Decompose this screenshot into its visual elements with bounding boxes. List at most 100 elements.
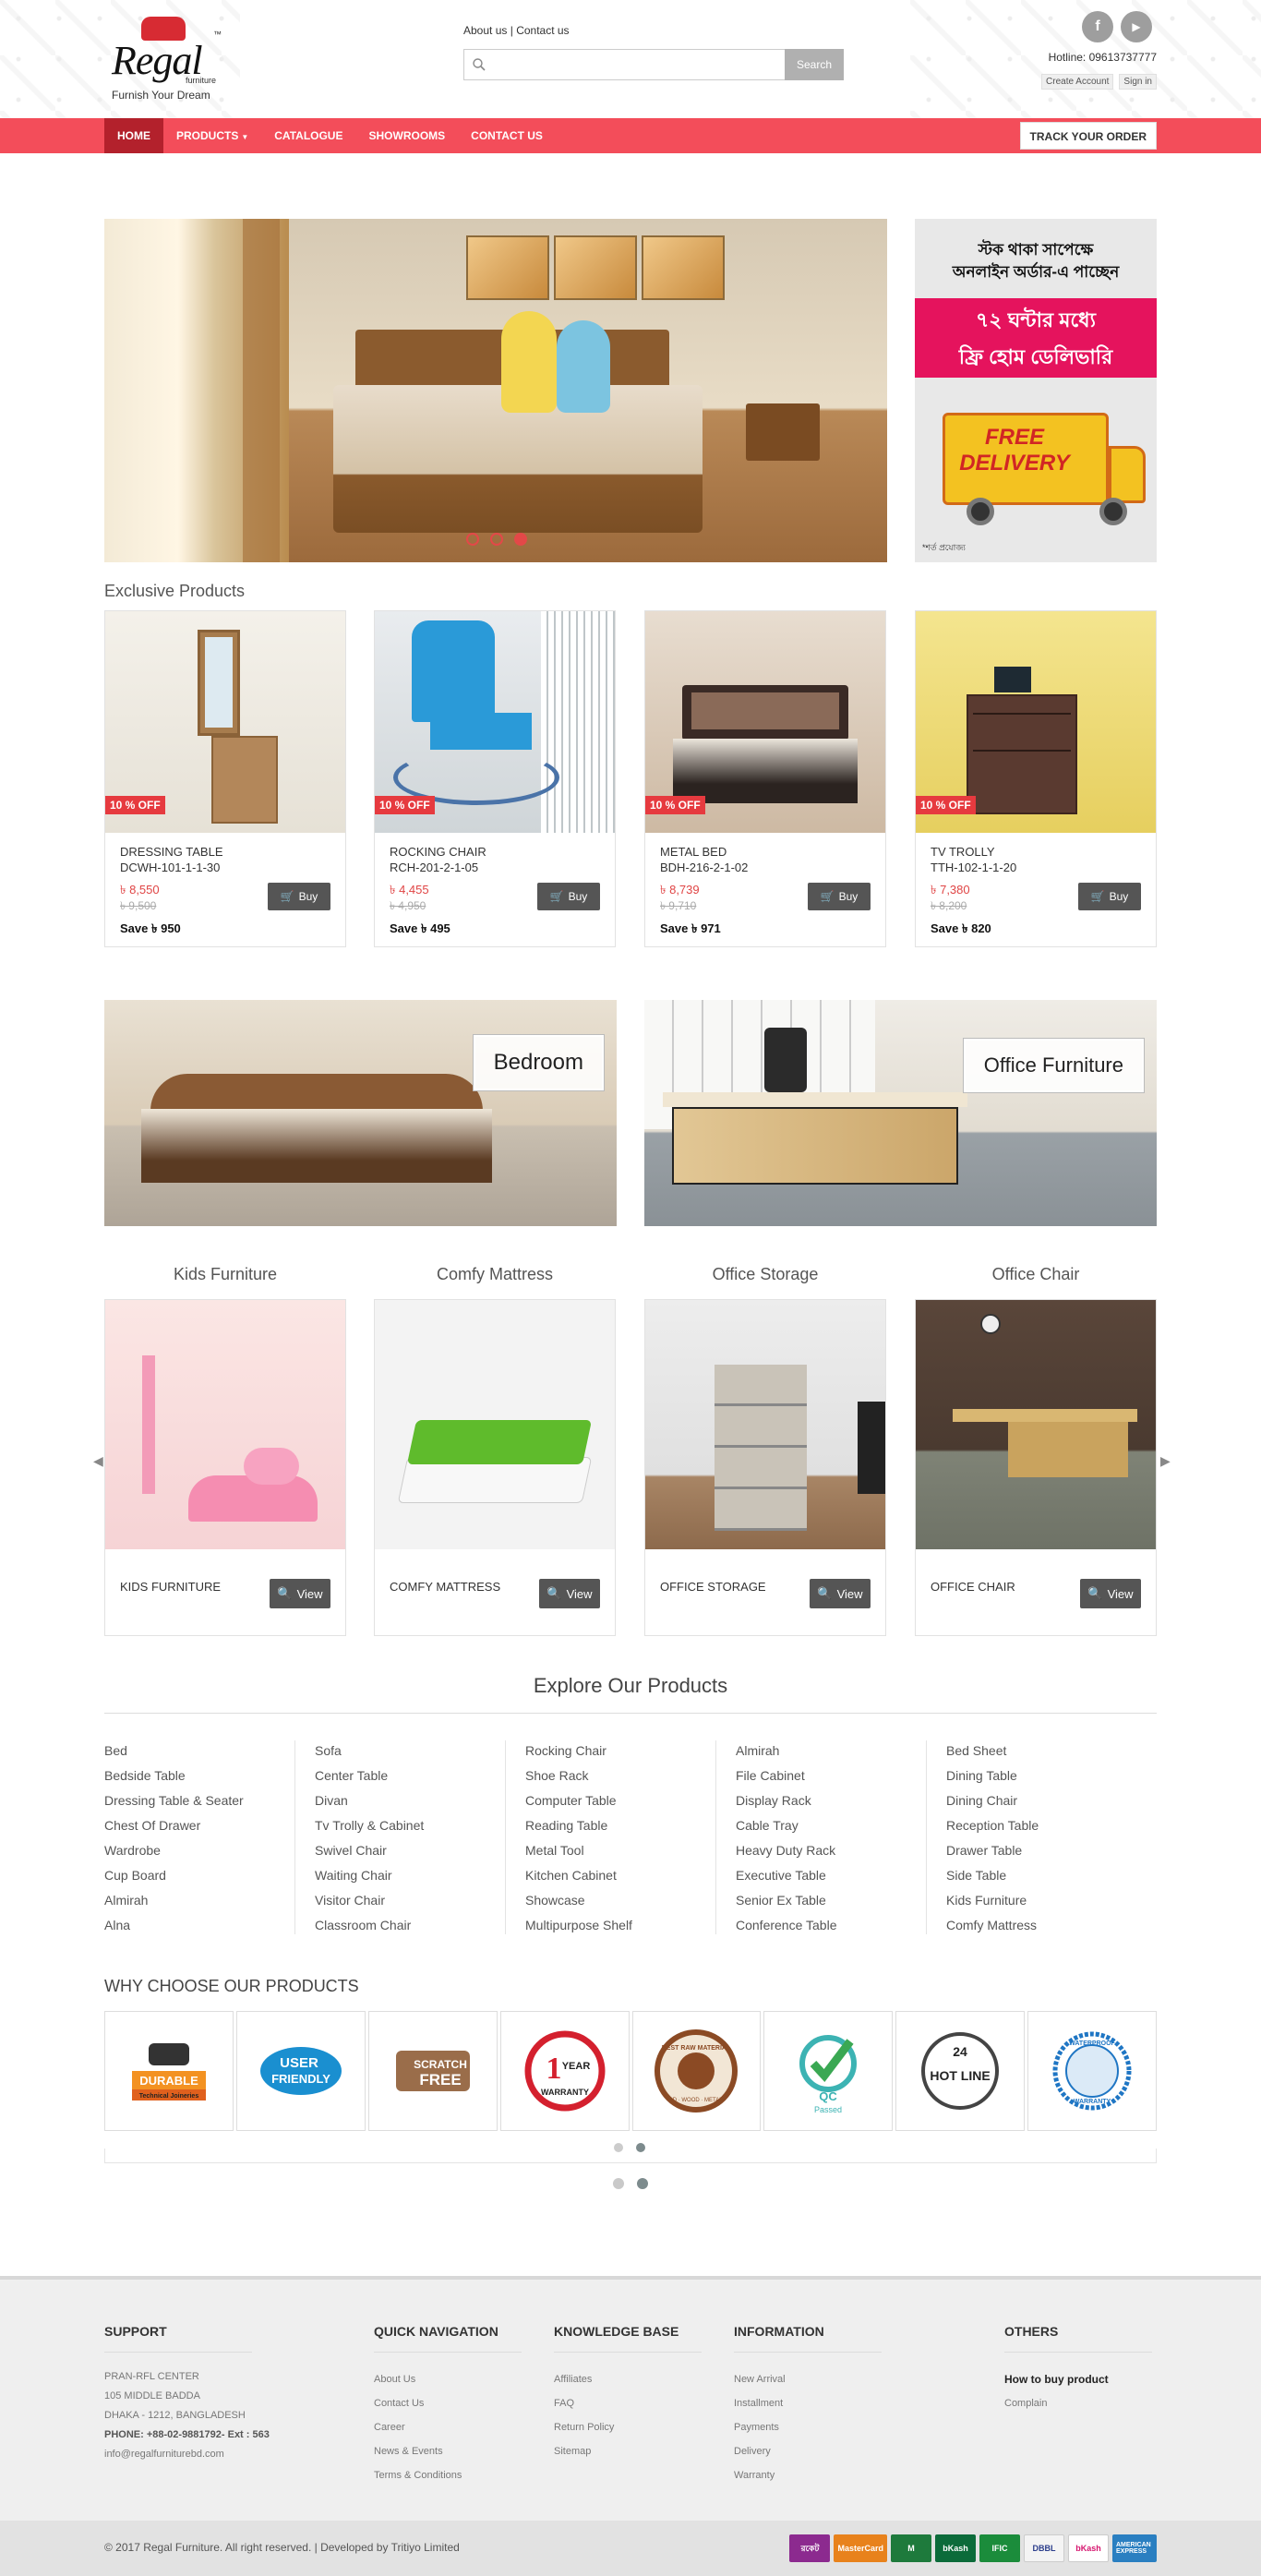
showcase-image[interactable] [105,1300,345,1549]
explore-link[interactable]: Multipurpose Shelf [525,1917,715,1942]
showcase-image[interactable] [916,1300,1156,1549]
view-button[interactable]: 🔍 View [539,1579,600,1608]
explore-link[interactable]: Swivel Chair [315,1842,504,1867]
explore-link[interactable]: Cable Tray [736,1817,925,1842]
explore-link[interactable]: Drawer Table [946,1842,1135,1867]
footer-link[interactable]: Delivery [734,2439,882,2463]
explore-link[interactable]: Waiting Chair [315,1867,504,1892]
product-image[interactable]: 10 % OFF [916,611,1156,833]
explore-link[interactable]: Comfy Mattress [946,1917,1135,1942]
nav-products[interactable]: PRODUCTS ▼ [163,118,261,153]
view-button[interactable]: 🔍 View [270,1579,330,1608]
youtube-icon[interactable]: ▶ [1121,11,1152,42]
explore-link[interactable]: Bed [104,1742,294,1767]
explore-link[interactable]: Cup Board [104,1867,294,1892]
explore-link[interactable]: Tv Trolly & Cabinet [315,1817,504,1842]
buy-button[interactable]: 🛒 Buy [537,883,600,910]
showcase-image[interactable] [375,1300,615,1549]
sign-in-link[interactable]: Sign in [1119,74,1157,90]
explore-link[interactable]: Shoe Rack [525,1767,715,1792]
carousel-prev-icon[interactable]: ◀ [93,1453,103,1469]
explore-link[interactable]: Computer Table [525,1792,715,1817]
buy-button[interactable]: 🛒 Buy [808,883,871,910]
explore-link[interactable]: Alna [104,1917,294,1942]
view-button[interactable]: 🔍 View [810,1579,871,1608]
explore-link[interactable]: Sofa [315,1742,504,1767]
footer-link[interactable]: About Us [374,2367,522,2391]
explore-link[interactable]: Executive Table [736,1867,925,1892]
explore-link[interactable]: Bedside Table [104,1767,294,1792]
slider-dot-active[interactable] [514,533,527,546]
footer-link[interactable]: Complain [1004,2391,1152,2415]
how-to-buy-link[interactable]: How to buy product [1004,2367,1152,2391]
facebook-icon[interactable]: f [1082,11,1113,42]
explore-link[interactable]: Dining Chair [946,1792,1135,1817]
footer-link[interactable]: Payments [734,2415,882,2439]
showcase-card[interactable]: COMFY MATTRESS 🔍 View [374,1299,616,1636]
search-input[interactable] [464,50,785,79]
explore-link[interactable]: Reception Table [946,1817,1135,1842]
explore-link[interactable]: Divan [315,1792,504,1817]
product-image[interactable]: 10 % OFF [375,611,615,833]
product-image[interactable]: 10 % OFF [105,611,345,833]
explore-link[interactable]: Almirah [104,1892,294,1917]
showcase-card[interactable]: OFFICE STORAGE 🔍 View [644,1299,886,1636]
explore-link[interactable]: Metal Tool [525,1842,715,1867]
carousel-dot[interactable] [613,2178,624,2189]
slider-dot[interactable] [466,533,479,546]
product-card[interactable]: 10 % OFF ROCKING CHAIR RCH-201-2-1-05 ৳ 4… [374,610,616,947]
explore-link[interactable]: Dining Table [946,1767,1135,1792]
explore-link[interactable]: Classroom Chair [315,1917,504,1942]
slider-dot[interactable] [490,533,503,546]
explore-link[interactable]: Heavy Duty Rack [736,1842,925,1867]
product-card[interactable]: 10 % OFF TV TROLLY TTH-102-1-1-20 ৳ 7,380… [915,610,1157,947]
nav-catalogue[interactable]: CATALOGUE [261,118,355,153]
explore-link[interactable]: Conference Table [736,1917,925,1942]
explore-link[interactable]: Reading Table [525,1817,715,1842]
explore-link[interactable]: Wardrobe [104,1842,294,1867]
footer-link[interactable]: Return Policy [554,2415,702,2439]
footer-link[interactable]: Contact Us [374,2391,522,2415]
footer-link[interactable]: Terms & Conditions [374,2463,522,2487]
bedroom-banner[interactable]: Bedroom [104,1000,617,1226]
footer-link[interactable]: New Arrival [734,2367,882,2391]
carousel-next-icon[interactable]: ▶ [1160,1453,1171,1469]
footer-link[interactable]: Affiliates [554,2367,702,2391]
product-card[interactable]: 10 % OFF METAL BED BDH-216-2-1-02 ৳ 8,739… [644,610,886,947]
footer-link[interactable]: Sitemap [554,2439,702,2463]
nav-home[interactable]: HOME [104,118,163,153]
create-account-link[interactable]: Create Account [1041,74,1114,90]
explore-link[interactable]: File Cabinet [736,1767,925,1792]
developer-link[interactable]: Tritiyo Limited [391,2541,460,2554]
footer-link[interactable]: Warranty [734,2463,882,2487]
showcase-image[interactable] [645,1300,885,1549]
footer-link[interactable]: FAQ [554,2391,702,2415]
hero-slider[interactable] [104,219,887,562]
explore-link[interactable]: Almirah [736,1742,925,1767]
office-furniture-banner[interactable]: Office Furniture [644,1000,1157,1226]
explore-link[interactable]: Chest Of Drawer [104,1817,294,1842]
footer-link[interactable]: Installment [734,2391,882,2415]
view-button[interactable]: 🔍 View [1080,1579,1141,1608]
footer-link[interactable]: Career [374,2415,522,2439]
support-email[interactable]: info@regalfurniturebd.com [104,2445,270,2464]
nav-showrooms[interactable]: SHOWROOMS [355,118,458,153]
explore-link[interactable]: Kitchen Cabinet [525,1867,715,1892]
explore-link[interactable]: Kids Furniture [946,1892,1135,1917]
explore-link[interactable]: Senior Ex Table [736,1892,925,1917]
contact-link[interactable]: Contact us [516,24,569,37]
footer-link[interactable]: News & Events [374,2439,522,2463]
search-button[interactable]: Search [785,49,844,80]
product-image[interactable]: 10 % OFF [645,611,885,833]
explore-link[interactable]: Display Rack [736,1792,925,1817]
explore-link[interactable]: Center Table [315,1767,504,1792]
delivery-promo-banner[interactable]: স্টক থাকা সাপেক্ষে অনলাইন অর্ডার-এ পাচ্ছে… [915,219,1157,562]
product-card[interactable]: 10 % OFF DRESSING TABLE DCWH-101-1-1-30 ৳… [104,610,346,947]
explore-link[interactable]: Visitor Chair [315,1892,504,1917]
showcase-card[interactable]: KIDS FURNITURE 🔍 View [104,1299,346,1636]
explore-link[interactable]: Rocking Chair [525,1742,715,1767]
showcase-card[interactable]: OFFICE CHAIR 🔍 View [915,1299,1157,1636]
buy-button[interactable]: 🛒 Buy [1078,883,1141,910]
explore-link[interactable]: Dressing Table & Seater [104,1792,294,1817]
nav-contact-us[interactable]: CONTACT US [458,118,556,153]
